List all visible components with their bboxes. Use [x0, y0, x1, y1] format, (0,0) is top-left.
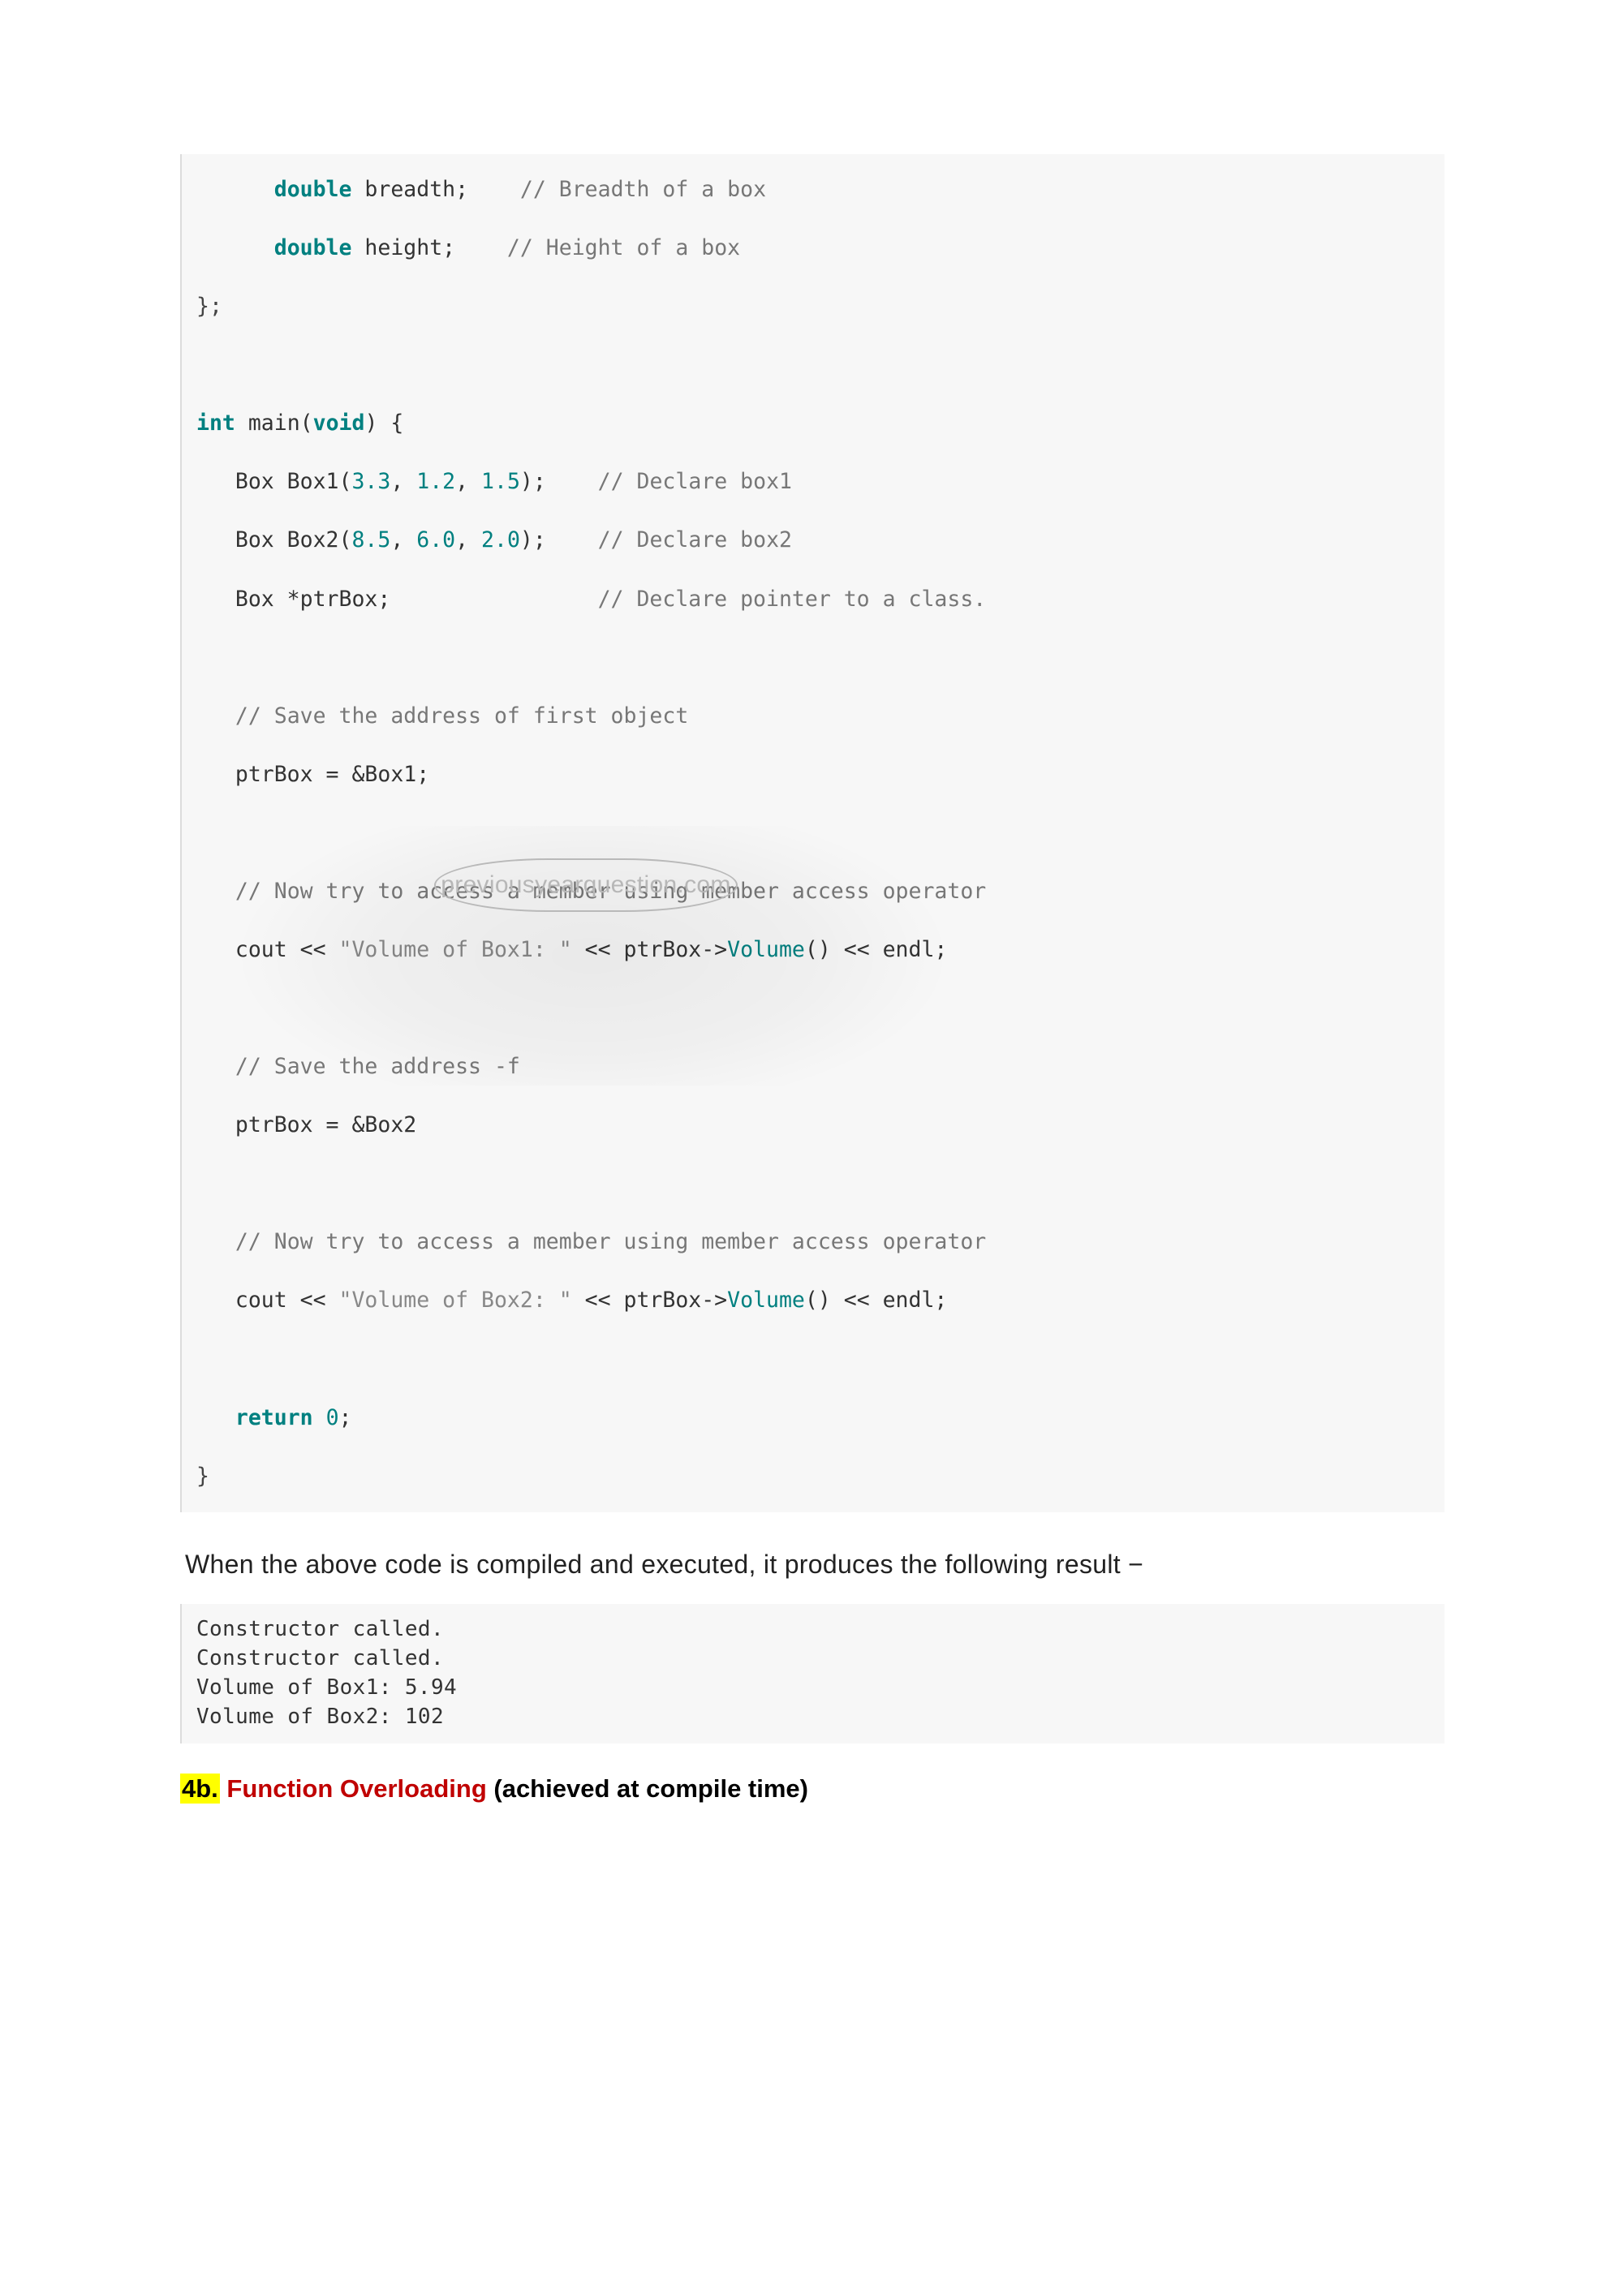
heading-number: 4b. — [180, 1774, 220, 1804]
explanation-text: When the above code is compiled and exec… — [185, 1545, 1444, 1585]
output-block: Constructor called. Constructor called. … — [180, 1604, 1444, 1743]
section-heading: 4b. Function Overloading (achieved at co… — [180, 1774, 1444, 1804]
code-block: double breadth; // Breadth of a box doub… — [180, 154, 1444, 1512]
heading-title: Function Overloading — [226, 1774, 486, 1803]
heading-suffix: (achieved at compile time) — [487, 1774, 808, 1803]
